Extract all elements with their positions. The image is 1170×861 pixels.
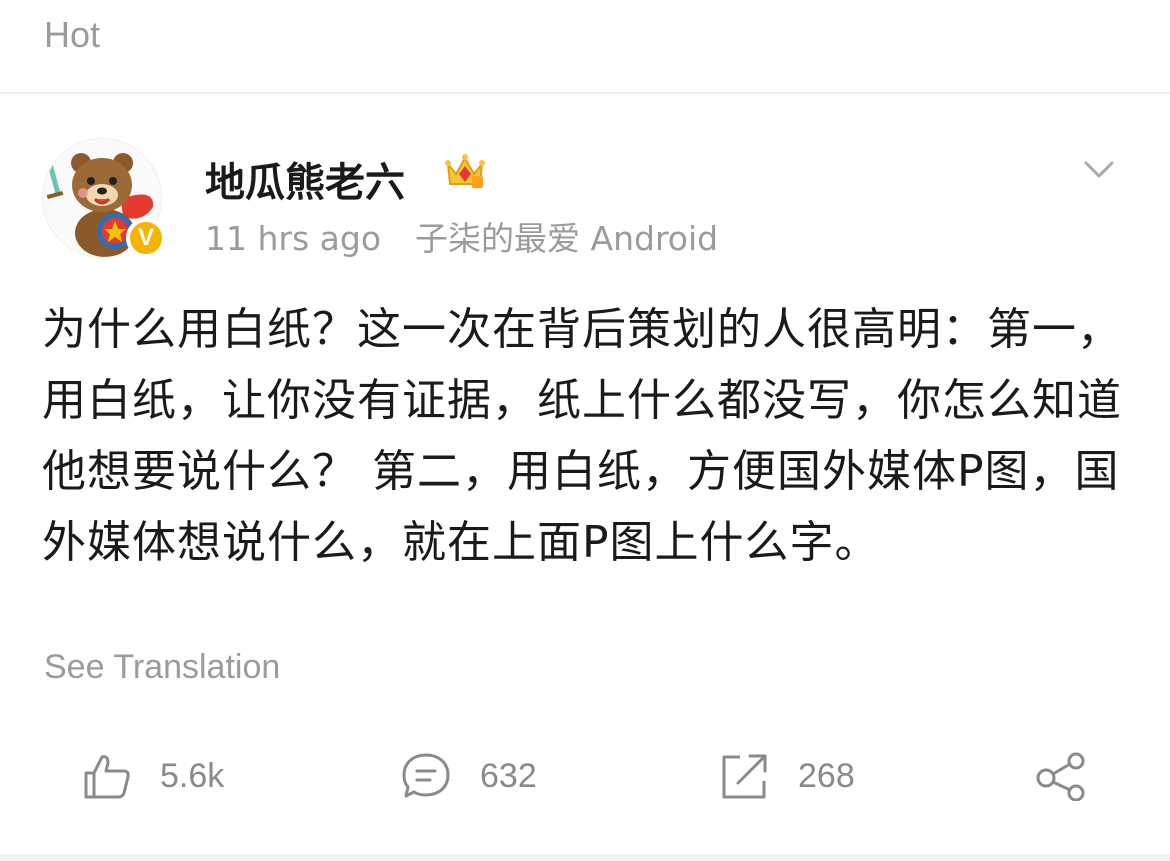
comment-icon (400, 751, 452, 801)
username[interactable]: 地瓜熊老六 (205, 150, 405, 208)
section-title: Hot (44, 14, 101, 55)
post-time: 11 hrs ago (205, 219, 382, 258)
comment-button[interactable]: 632 (400, 744, 537, 808)
divider (0, 854, 1170, 861)
like-button[interactable]: 5.6k (82, 744, 224, 808)
post-content: 为什么用白纸？这一次在背后策划的人很高明：第一，用白纸，让你没有证据，纸上什么都… (42, 304, 1122, 568)
thumbs-up-icon (82, 751, 132, 801)
post-source: 子柒的最爱 Android (415, 219, 719, 258)
section-header: Hot (0, 0, 1170, 94)
repost-icon (718, 751, 770, 801)
verified-badge: V (126, 218, 166, 258)
crown-icon (442, 150, 488, 190)
post-card[interactable]: V 地瓜熊老六 11 hrs ago 子柒的最爱 Android 为什么用白纸？这… (0, 94, 1170, 861)
share-button[interactable] (1034, 744, 1088, 808)
see-translation-link[interactable]: See Translation (44, 648, 280, 687)
repost-button[interactable]: 268 (718, 744, 855, 808)
repost-count: 268 (798, 756, 855, 795)
share-icon (1034, 751, 1088, 801)
chevron-down-icon[interactable] (1082, 152, 1116, 186)
post-meta: 11 hrs ago 子柒的最爱 Android (205, 212, 718, 260)
comment-count: 632 (480, 756, 537, 795)
like-count: 5.6k (160, 756, 225, 795)
